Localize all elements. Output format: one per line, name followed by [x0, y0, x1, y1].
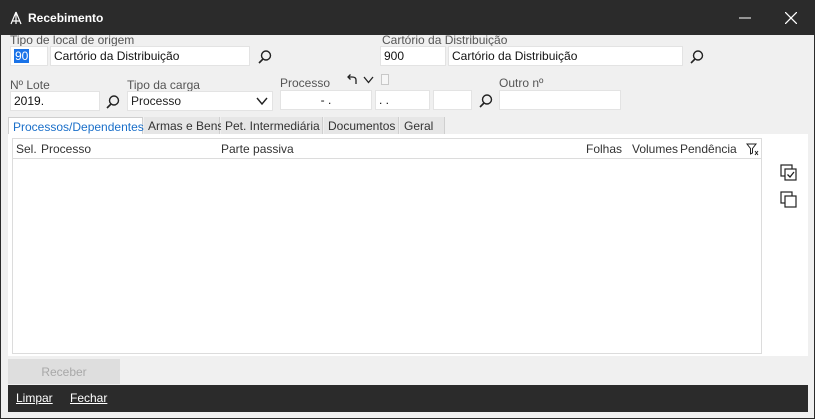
tab-panel: Sel. Processo Parte passiva Folhas Volum…: [8, 134, 808, 356]
receiving-window: Recebimento Tipo de local de origem 90 C…: [0, 0, 815, 419]
tab-documentos[interactable]: Documentos: [324, 117, 399, 135]
outro-label: Outro nº: [499, 76, 544, 90]
destination-code-input[interactable]: 900: [380, 46, 446, 66]
lote-input[interactable]: 2019.: [10, 91, 100, 111]
footer-bar: Limpar Fechar: [8, 385, 808, 412]
column-header-parte-passiva[interactable]: Parte passiva: [221, 142, 294, 156]
chevron-down-icon: [256, 97, 268, 106]
processo-label: Processo: [280, 76, 331, 90]
column-header-volumes[interactable]: Volumes: [632, 142, 678, 156]
processo-part1-input[interactable]: - .: [280, 90, 372, 110]
column-header-folhas[interactable]: Folhas: [586, 142, 622, 156]
origin-name-input[interactable]: Cartório da Distribuição: [50, 46, 250, 66]
processo-part3-input[interactable]: [433, 90, 472, 110]
outro-input[interactable]: [499, 90, 621, 110]
carga-label: Tipo da carga: [127, 78, 200, 92]
carga-selected-value: Processo: [131, 94, 182, 108]
filter-icon[interactable]: [746, 143, 759, 156]
tab-armas-e-bens[interactable]: Armas e Bens: [144, 117, 223, 135]
origin-code-value: 90: [14, 49, 30, 63]
grid-header: Sel. Processo Parte passiva Folhas Volum…: [13, 139, 761, 159]
title-bar: Recebimento: [1, 1, 814, 35]
check-all-icon[interactable]: [780, 164, 798, 182]
origin-label: Tipo de local de origem: [10, 33, 135, 47]
close-icon: [785, 12, 797, 24]
tab-pet-intermediaria[interactable]: Pet. Intermediária: [221, 117, 323, 135]
action-row: Receber: [8, 359, 808, 384]
fechar-button[interactable]: Fechar: [70, 391, 107, 405]
origin-code-input[interactable]: 90: [10, 46, 48, 66]
destination-name-input[interactable]: Cartório da Distribuição: [448, 46, 683, 66]
search-icon[interactable]: [478, 93, 494, 109]
column-header-sel[interactable]: Sel.: [16, 142, 37, 156]
search-icon[interactable]: [689, 49, 705, 65]
tab-geral[interactable]: Geral: [400, 117, 445, 135]
receber-button[interactable]: Receber: [8, 359, 120, 384]
minimize-button[interactable]: [722, 1, 768, 35]
lote-label: Nº Lote: [10, 78, 50, 92]
column-header-processo[interactable]: Processo: [41, 142, 91, 156]
window-title: Recebimento: [28, 11, 104, 25]
search-icon[interactable]: [257, 49, 273, 65]
processo-part2-input[interactable]: . .: [375, 90, 430, 110]
tab-processos-dependentes[interactable]: Processos/Dependentes: [8, 117, 144, 135]
carga-select[interactable]: Processo: [127, 91, 273, 111]
destination-label: Cartório da Distribuição: [382, 33, 508, 47]
undo-icon[interactable]: [346, 74, 358, 85]
process-grid[interactable]: Sel. Processo Parte passiva Folhas Volum…: [12, 138, 762, 354]
close-button[interactable]: [768, 1, 814, 35]
column-header-pendencia[interactable]: Pendência: [680, 142, 737, 156]
app-icon: [10, 11, 22, 25]
processo-info-marker: [381, 74, 389, 85]
limpar-button[interactable]: Limpar: [16, 391, 53, 405]
minimize-icon: [739, 17, 751, 19]
copy-icon[interactable]: [780, 191, 798, 209]
search-icon[interactable]: [105, 94, 121, 110]
chevron-down-icon[interactable]: [363, 76, 374, 84]
